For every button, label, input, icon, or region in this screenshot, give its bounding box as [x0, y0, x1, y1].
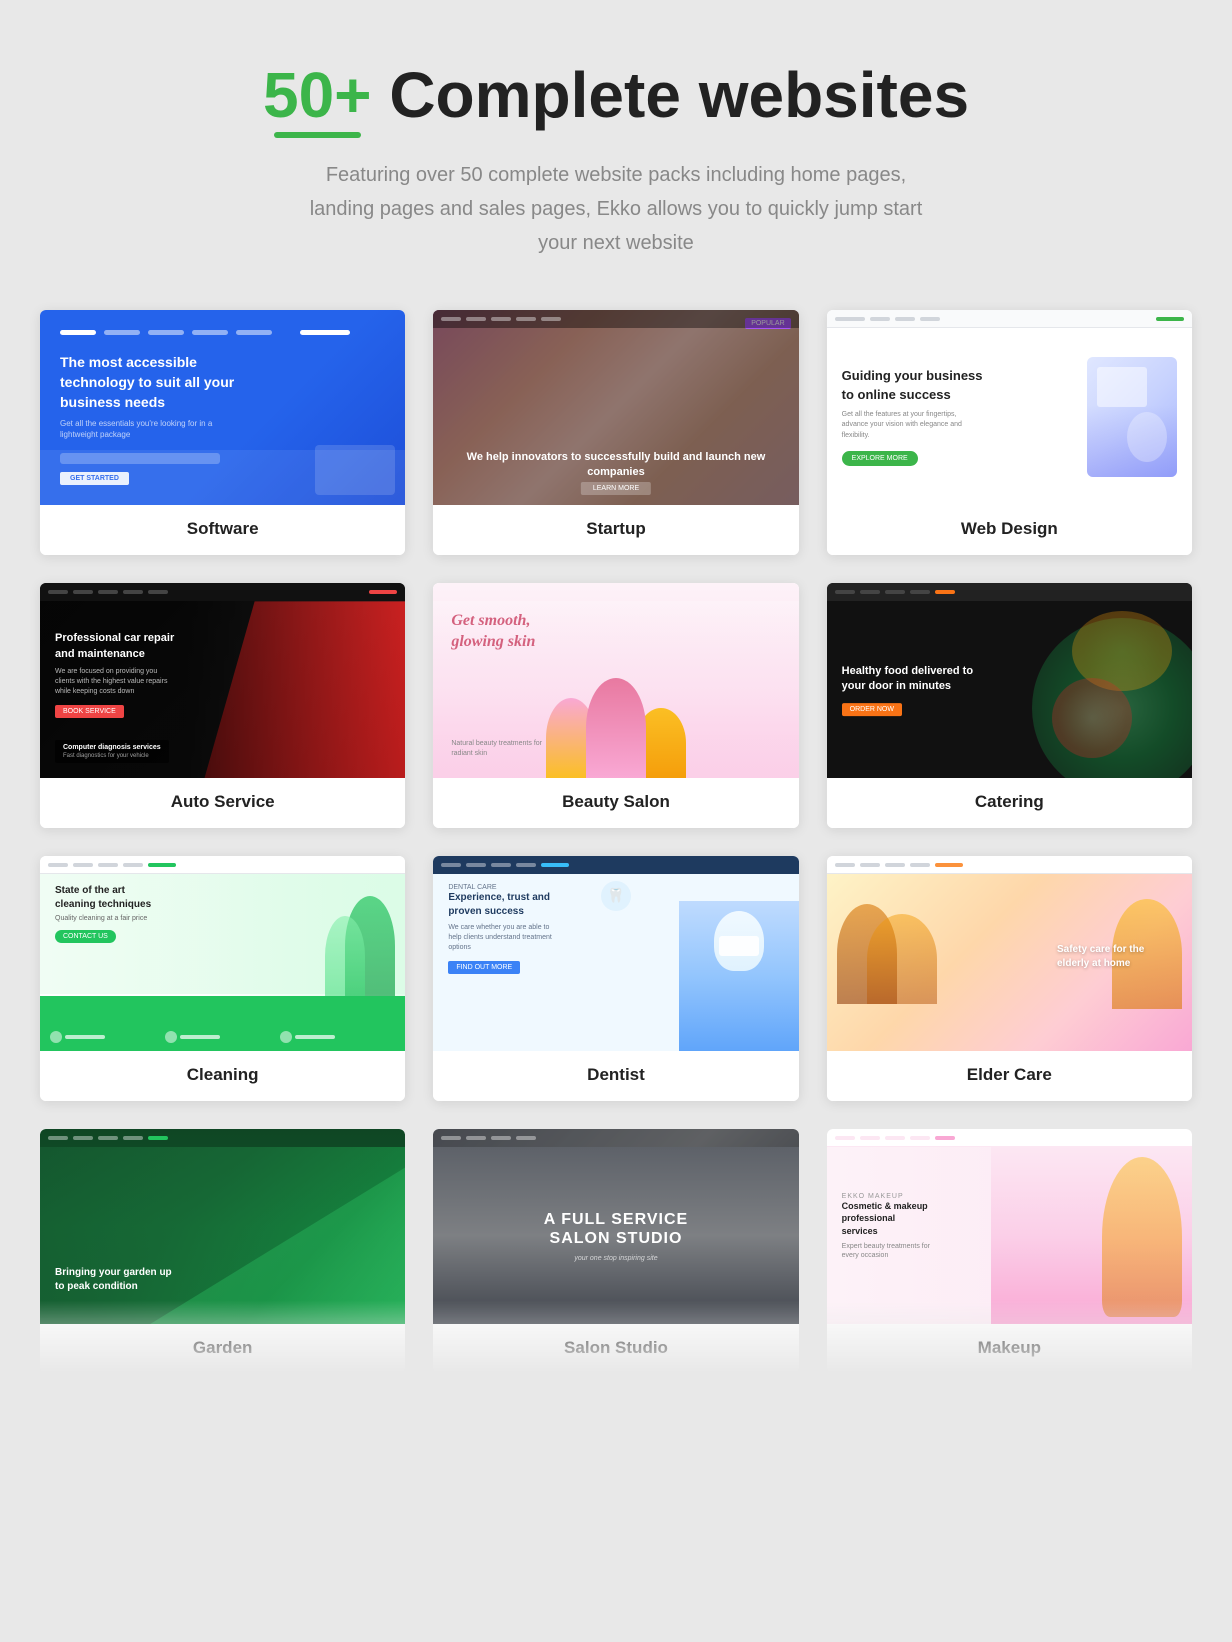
thumb-beauty: Get smooth,glowing skin Natural beauty t…: [433, 583, 798, 778]
header-section: 50+ Complete websites Featuring over 50 …: [40, 60, 1192, 260]
card-beauty[interactable]: Get smooth,glowing skin Natural beauty t…: [433, 583, 798, 828]
thumb-makeup: Ekko Makeup Cosmetic & makeup profession…: [827, 1129, 1192, 1324]
page-title: 50+ Complete websites: [40, 60, 1192, 138]
website-grid: The most accessible technology to suit a…: [40, 310, 1192, 1374]
card-salon[interactable]: A FULL SERVICESALON STUDIO your one stop…: [433, 1129, 798, 1374]
card-webdesign[interactable]: Guiding your business to online success …: [827, 310, 1192, 555]
card-eldercare[interactable]: Safety care for the elderly at home Elde…: [827, 856, 1192, 1101]
card-label-cleaning: Cleaning: [40, 1051, 405, 1101]
card-label-catering: Catering: [827, 778, 1192, 828]
thumb-catering: Healthy food delivered to your door in m…: [827, 583, 1192, 778]
card-auto[interactable]: Professional car repair and maintenance …: [40, 583, 405, 828]
card-label-makeup: Makeup: [827, 1324, 1192, 1374]
thumb-dentist: DENTAL CARE Experience, trust and proven…: [433, 856, 798, 1051]
card-dentist[interactable]: DENTAL CARE Experience, trust and proven…: [433, 856, 798, 1101]
card-label-startup: Startup: [433, 505, 798, 555]
card-label-dentist: Dentist: [433, 1051, 798, 1101]
card-software[interactable]: The most accessible technology to suit a…: [40, 310, 405, 555]
thumb-cleaning: State of the art cleaning techniques Qua…: [40, 856, 405, 1051]
card-garden[interactable]: Bringing your garden up to peak conditio…: [40, 1129, 405, 1374]
card-startup[interactable]: POPULAR We help innovators to successful…: [433, 310, 798, 555]
header-subtitle: Featuring over 50 complete website packs…: [306, 158, 926, 260]
card-label-beauty: Beauty Salon: [433, 778, 798, 828]
thumb-salon: A FULL SERVICESALON STUDIO your one stop…: [433, 1129, 798, 1324]
card-label-salon: Salon Studio: [433, 1324, 798, 1374]
page-wrapper: 50+ Complete websites Featuring over 50 …: [0, 0, 1232, 1434]
thumb-startup: POPULAR We help innovators to successful…: [433, 310, 798, 505]
card-catering[interactable]: Healthy food delivered to your door in m…: [827, 583, 1192, 828]
card-label-webdesign: Web Design: [827, 505, 1192, 555]
card-label-garden: Garden: [40, 1324, 405, 1374]
card-label-software: Software: [40, 505, 405, 555]
card-label-eldercare: Elder Care: [827, 1051, 1192, 1101]
accent-underline: [274, 132, 361, 138]
accent-number: 50+: [263, 60, 372, 138]
card-cleaning[interactable]: State of the art cleaning techniques Qua…: [40, 856, 405, 1101]
thumb-webdesign: Guiding your business to online success …: [827, 310, 1192, 505]
card-label-auto: Auto Service: [40, 778, 405, 828]
thumb-garden: Bringing your garden up to peak conditio…: [40, 1129, 405, 1324]
card-makeup[interactable]: Ekko Makeup Cosmetic & makeup profession…: [827, 1129, 1192, 1374]
thumb-eldercare: Safety care for the elderly at home: [827, 856, 1192, 1051]
thumb-auto: Professional car repair and maintenance …: [40, 583, 405, 778]
thumb-software: The most accessible technology to suit a…: [40, 310, 405, 505]
